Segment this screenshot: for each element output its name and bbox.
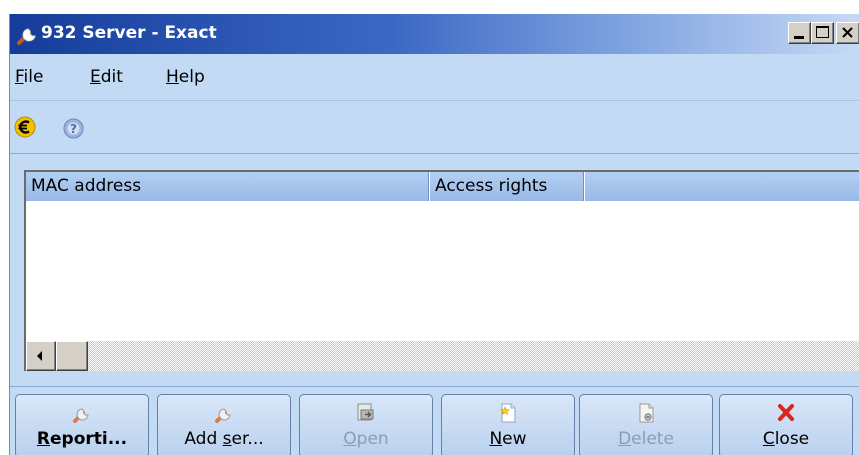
add-server-button[interactable]: Add ser... [157,394,291,455]
delete-label-text: elete [631,429,674,449]
minimize-button[interactable] [788,22,811,44]
toolbar: ? [10,102,859,154]
close-icon [842,27,853,38]
window-close-button[interactable] [836,22,859,44]
menu-file[interactable]: File [15,67,43,87]
column-header-filler [585,172,859,201]
close-button[interactable]: Close [719,394,853,455]
application-window: 932 Server - Exact File Edit Help ? MAC … [9,14,859,455]
open-label-text: pen [356,429,389,449]
red-x-icon [778,404,794,421]
menu-edit-label: dit [100,67,123,87]
menu-edit-accelerator: E [90,67,101,87]
list-header: MAC address Access rights [26,172,859,201]
minimize-icon [794,36,804,39]
delete-accelerator: D [618,429,632,449]
horizontal-scrollbar[interactable] [26,341,859,371]
open-folder-icon [357,403,374,421]
arrow-left-icon [37,351,42,361]
delete-document-icon [639,403,654,423]
add-server-accelerator: s [222,429,232,449]
reporting-label-text: eporti... [50,429,128,449]
close-label: Close [720,429,852,449]
reporting-label: Reporti... [16,429,148,449]
open-label: Open [300,429,432,449]
delete-button[interactable]: Delete [579,394,713,455]
exact-euro-icon[interactable] [14,116,36,138]
menu-bar: File Edit Help [10,54,859,101]
wrench-icon [215,408,231,423]
open-button[interactable]: Open [299,394,433,455]
menu-file-label: ile [23,67,44,87]
help-icon[interactable]: ? [63,118,84,139]
scrollbar-thumb[interactable] [56,341,88,371]
menu-help-label: elp [178,67,205,87]
reporting-accelerator: R [36,429,50,449]
svg-text:?: ? [70,122,77,136]
add-server-label-text: er... [231,429,264,449]
menu-file-accelerator: F [15,67,24,87]
column-header-mac-address[interactable]: MAC address [26,172,430,201]
column-header-access-rights[interactable]: Access rights [430,172,585,201]
menu-help-accelerator: H [166,67,179,87]
add-server-label: Add ser... [158,429,290,449]
reporting-button[interactable]: Reporti... [15,394,149,455]
scroll-left-button[interactable] [26,341,56,371]
new-accelerator: N [489,429,503,449]
menu-edit[interactable]: Edit [90,67,123,87]
new-label: New [442,429,574,449]
button-bar: Reporti... Add ser... Open New Delete Cl… [10,386,859,455]
add-server-label-prefix: Add [184,429,223,449]
mac-address-list[interactable]: MAC address Access rights [24,170,859,371]
new-document-icon [500,403,516,423]
wrench-icon [73,408,89,423]
maximize-button[interactable] [811,22,834,44]
maximize-icon [816,26,829,38]
list-body[interactable] [26,201,859,341]
window-title: 932 Server - Exact [41,23,217,43]
wrench-icon [17,28,36,45]
new-button[interactable]: New [441,394,575,455]
new-label-text: ew [502,429,527,449]
close-label-text: lose [774,429,810,449]
open-accelerator: O [343,429,357,449]
title-bar[interactable]: 932 Server - Exact [10,14,859,54]
close-accelerator: C [762,429,775,449]
menu-help[interactable]: Help [166,67,205,87]
delete-label: Delete [580,429,712,449]
